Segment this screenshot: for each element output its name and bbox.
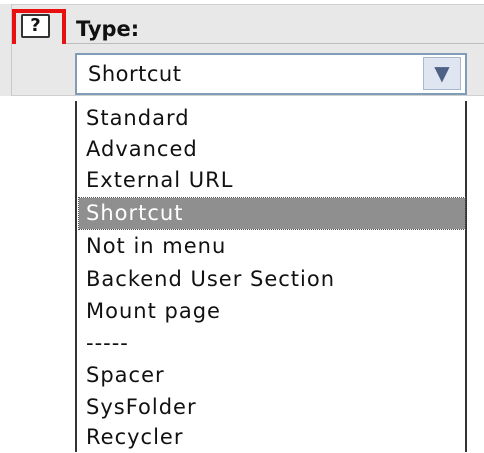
chevron-down-icon[interactable]: ▼ — [423, 57, 461, 90]
option-divider[interactable]: ----- — [79, 328, 465, 359]
option-advanced[interactable]: Advanced — [79, 134, 465, 165]
option-sysfolder[interactable]: SysFolder — [79, 392, 465, 423]
type-dropdown-list[interactable]: Standard Advanced External URL Shortcut … — [75, 101, 467, 452]
option-recycler[interactable]: Recycler — [79, 422, 465, 453]
option-mount-page[interactable]: Mount page — [79, 296, 465, 327]
option-not-in-menu[interactable]: Not in menu — [79, 231, 465, 262]
left-panel-edge — [0, 4, 12, 96]
help-icon[interactable]: ? — [21, 14, 50, 38]
option-external-url[interactable]: External URL — [79, 165, 465, 196]
field-header-bar — [0, 4, 484, 44]
option-backend-user-section[interactable]: Backend User Section — [79, 264, 465, 295]
type-field-label: Type: — [76, 17, 140, 41]
option-spacer[interactable]: Spacer — [79, 360, 465, 391]
type-select-value[interactable]: Shortcut — [88, 62, 181, 86]
option-shortcut[interactable]: Shortcut — [78, 197, 466, 230]
option-standard[interactable]: Standard — [79, 103, 465, 134]
